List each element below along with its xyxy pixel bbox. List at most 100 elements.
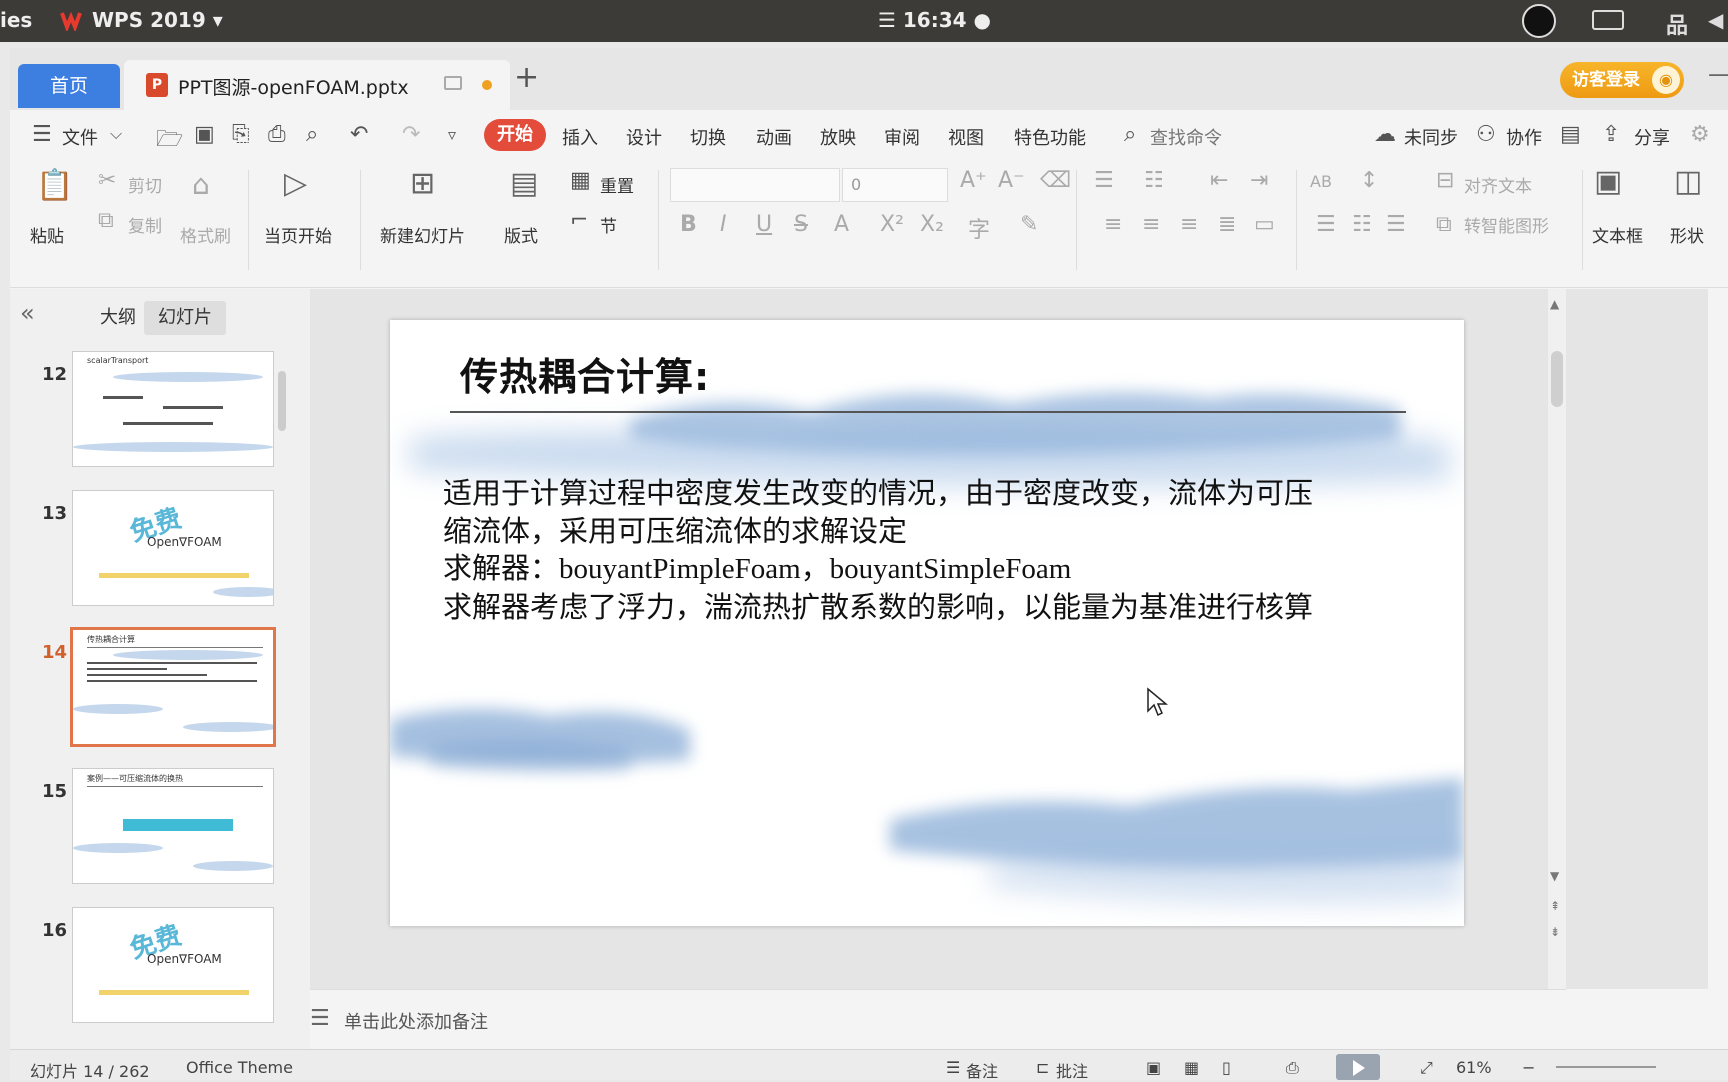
- print-view-icon[interactable]: ⎙: [1286, 1058, 1299, 1078]
- undo-icon[interactable]: ↶: [350, 122, 368, 147]
- search-icon[interactable]: ⌕: [1124, 122, 1136, 147]
- redo-icon[interactable]: ↷: [402, 122, 420, 147]
- os-activities-label[interactable]: ies: [0, 8, 32, 32]
- scroll-thumb[interactable]: [1551, 351, 1563, 407]
- comments-toggle[interactable]: 批注: [1056, 1058, 1088, 1082]
- tab-slides[interactable]: 幻灯片: [144, 301, 226, 335]
- keyboard-tray-icon[interactable]: [1592, 10, 1624, 30]
- next-slide-icon[interactable]: ⇟: [1550, 925, 1560, 939]
- scroll-up-icon[interactable]: ▲: [1550, 297, 1559, 311]
- os-clock[interactable]: ☰ 16:34 ●: [878, 8, 991, 32]
- volume-tray-icon[interactable]: ◀: [1708, 8, 1723, 32]
- previous-slide-icon[interactable]: ⇞: [1550, 899, 1560, 913]
- command-search-input[interactable]: 查找命令: [1150, 124, 1222, 150]
- chevron-down-icon[interactable]: ⌵: [110, 124, 122, 144]
- paste-button[interactable]: 粘贴: [30, 222, 64, 247]
- align-text-icon[interactable]: ⊟: [1436, 168, 1454, 193]
- menu-tab-transition[interactable]: 切换: [690, 124, 726, 150]
- play-slideshow-button[interactable]: [1336, 1054, 1380, 1080]
- sorter-view-icon[interactable]: ▦: [1184, 1058, 1199, 1077]
- unsynced-button[interactable]: 未同步: [1404, 124, 1458, 150]
- shrink-font-icon[interactable]: A⁻: [998, 168, 1025, 193]
- paste-icon[interactable]: 📋: [36, 168, 73, 203]
- cloud-sync-icon[interactable]: ☁: [1374, 122, 1396, 147]
- hamburger-icon[interactable]: ☰: [32, 122, 52, 147]
- menu-tab-view[interactable]: 视图: [948, 124, 984, 150]
- textbox-button[interactable]: 文本框: [1592, 222, 1643, 247]
- font-color-icon[interactable]: A: [834, 212, 849, 237]
- app-menu[interactable]: WPS 2019 ▾: [92, 8, 223, 32]
- new-tab-button[interactable]: +: [514, 60, 539, 95]
- bullet-list-icon[interactable]: ☰: [1094, 168, 1114, 193]
- notes-toggle[interactable]: 备注: [966, 1058, 998, 1082]
- subscript-icon[interactable]: X₂: [920, 212, 944, 237]
- slide-thumbnail-14[interactable]: 传热耦合计算: [70, 627, 276, 747]
- reset-button[interactable]: 重置: [600, 172, 634, 197]
- export-pdf-icon[interactable]: ⎘: [232, 122, 250, 147]
- shape-button[interactable]: 形状: [1670, 222, 1704, 247]
- play-from-current-icon[interactable]: ▷: [284, 166, 307, 201]
- monitor-icon[interactable]: [444, 76, 462, 90]
- strikethrough-icon[interactable]: S: [794, 212, 808, 237]
- save-icon[interactable]: ▣: [194, 122, 215, 147]
- minimize-icon[interactable]: —: [1708, 60, 1728, 88]
- print-preview-icon[interactable]: ⌕: [306, 122, 318, 147]
- slide-body-textbox[interactable]: 适用于计算过程中密度发生改变的情况，由于密度改变，流体为可压 缩流体，采用可压缩…: [443, 474, 1423, 626]
- font-size-select[interactable]: 0: [842, 168, 948, 202]
- highlight-icon[interactable]: ✎: [1020, 212, 1038, 237]
- obs-tray-icon[interactable]: [1522, 4, 1556, 38]
- menu-tab-start[interactable]: 开始: [484, 119, 546, 151]
- tab-document[interactable]: P PPT图源-openFOAM.pptx: [124, 60, 510, 110]
- print-icon[interactable]: ⎙: [268, 122, 286, 147]
- section-button[interactable]: 节: [600, 212, 617, 237]
- slide-thumbnail-12[interactable]: scalarTransport: [72, 351, 274, 467]
- zoom-level[interactable]: 61%: [1456, 1058, 1492, 1077]
- collaborate-icon[interactable]: ⚇: [1476, 122, 1496, 147]
- open-folder-icon[interactable]: 🗁: [156, 122, 183, 160]
- phonetic-icon[interactable]: 字: [968, 212, 990, 244]
- clear-format-icon[interactable]: ⌫: [1040, 168, 1071, 193]
- customize-toolbar-icon[interactable]: ▿: [448, 125, 456, 144]
- tab-home[interactable]: 首页: [18, 64, 120, 108]
- collaborate-button[interactable]: 协作: [1506, 124, 1542, 150]
- new-slide-icon[interactable]: ⊞: [410, 166, 435, 201]
- normal-view-icon[interactable]: ▣: [1146, 1058, 1161, 1077]
- slide-title[interactable]: 传热耦合计算:: [460, 346, 710, 401]
- align-center-icon[interactable]: ≡: [1142, 212, 1160, 237]
- grow-font-icon[interactable]: A⁺: [960, 168, 987, 193]
- notes-toggle-icon[interactable]: ☰: [946, 1058, 960, 1077]
- reset-icon[interactable]: ▦: [570, 168, 591, 193]
- share-button[interactable]: 分享: [1634, 124, 1670, 150]
- fit-window-icon[interactable]: ⤢: [1420, 1058, 1433, 1078]
- justify-icon[interactable]: ≣: [1218, 212, 1236, 237]
- comments-icon[interactable]: ⊏: [1036, 1058, 1049, 1077]
- underline-icon[interactable]: U: [756, 212, 772, 237]
- copy-button[interactable]: 复制: [128, 212, 162, 237]
- settings-icon[interactable]: ⚙: [1690, 122, 1710, 147]
- decrease-indent-icon[interactable]: ⇤: [1210, 168, 1228, 193]
- font-family-select[interactable]: [670, 168, 840, 202]
- scroll-down-icon[interactable]: ▼: [1550, 869, 1559, 883]
- align-right-icon[interactable]: ≡: [1180, 212, 1198, 237]
- format-painter-icon[interactable]: ⌂: [192, 168, 210, 201]
- layout-icon[interactable]: ▤: [510, 166, 538, 201]
- menu-tab-review[interactable]: 审阅: [884, 124, 920, 150]
- shape-icon[interactable]: ◫: [1674, 164, 1702, 199]
- smartart-icon[interactable]: ⧉: [1436, 212, 1452, 237]
- menu-tab-insert[interactable]: 插入: [562, 124, 598, 150]
- menu-tab-design[interactable]: 设计: [626, 124, 662, 150]
- align-text-button[interactable]: 对齐文本: [1464, 172, 1532, 197]
- pane-scrollbar[interactable]: [278, 371, 286, 431]
- zoom-slider[interactable]: [1556, 1066, 1656, 1068]
- reading-view-icon[interactable]: ▯: [1222, 1058, 1231, 1077]
- notes-placeholder[interactable]: 单击此处添加备注: [344, 1008, 488, 1034]
- menu-tab-slideshow[interactable]: 放映: [820, 124, 856, 150]
- network-tray-icon[interactable]: 品: [1666, 8, 1688, 40]
- from-current-button[interactable]: 当页开始: [264, 222, 332, 247]
- smartart-button[interactable]: 转智能图形: [1464, 212, 1549, 237]
- numbered-list-icon[interactable]: ☷: [1144, 168, 1164, 193]
- line-spacing-icon[interactable]: ☰: [1316, 212, 1336, 237]
- scissors-icon[interactable]: ✂: [98, 168, 116, 193]
- superscript-icon[interactable]: X²: [880, 212, 904, 237]
- slide-thumbnail-16[interactable]: 免费 Open∇FOAM: [72, 907, 274, 1023]
